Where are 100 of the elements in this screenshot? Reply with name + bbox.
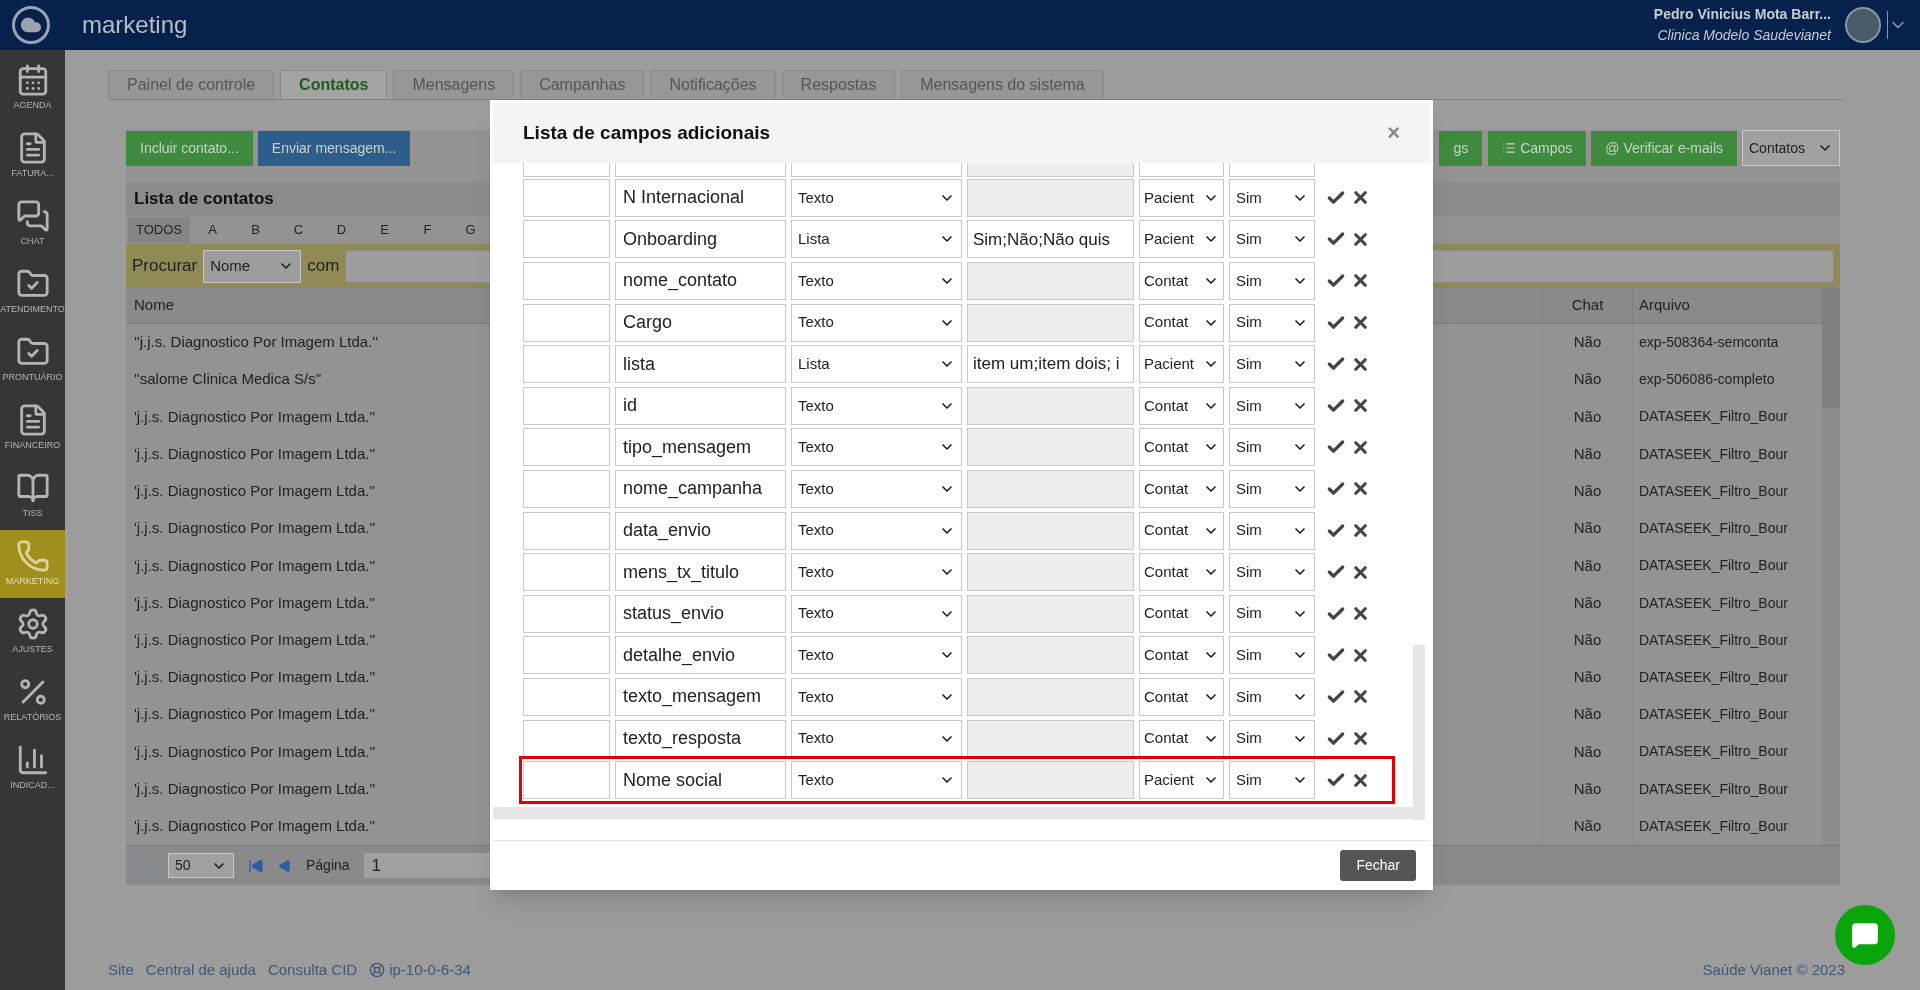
search-field-select[interactable]: Nome — [203, 249, 302, 283]
letter-filter[interactable]: E — [364, 217, 405, 243]
required-select[interactable]: Sim — [1229, 553, 1315, 592]
input-field[interactable] — [523, 636, 610, 675]
type-select[interactable]: Texto — [791, 386, 962, 425]
letter-filter[interactable]: D — [321, 217, 362, 243]
sidebar-item[interactable]: INDICAD... — [0, 734, 65, 802]
field-name-input[interactable]: Nome social — [615, 761, 786, 800]
required-select[interactable]: Sim — [1229, 178, 1315, 217]
letter-filter[interactable]: G — [450, 217, 491, 243]
avatar[interactable] — [1845, 7, 1881, 43]
owner-select[interactable]: Contat — [1139, 262, 1224, 300]
sidebar-item[interactable]: CHAT — [0, 190, 65, 258]
field-name-input[interactable]: texto_resposta — [615, 719, 786, 758]
field-name-input[interactable]: Onboarding — [615, 220, 786, 259]
sidebar-item[interactable]: AJUSTES — [0, 598, 65, 666]
field-name-input[interactable]: detalhe_envio — [615, 636, 786, 675]
owner-select[interactable]: Contat — [1139, 636, 1224, 675]
chat-bubble-button[interactable] — [1835, 905, 1895, 965]
type-select[interactable]: Lista — [791, 345, 962, 384]
type-select[interactable]: Texto — [791, 262, 962, 300]
owner-select[interactable]: Contat — [1139, 386, 1224, 425]
sidebar-item[interactable]: PRONTUÁRIO — [0, 326, 65, 394]
letter-filter[interactable]: C — [278, 217, 319, 243]
owner-select[interactable]: Contat — [1139, 428, 1224, 467]
owner-select[interactable]: Contat — [1139, 719, 1224, 758]
input-field[interactable] — [523, 511, 610, 550]
type-select[interactable]: Texto — [791, 594, 962, 633]
first-page-icon[interactable] — [248, 857, 264, 874]
input-field[interactable] — [523, 428, 610, 467]
field-name-input[interactable]: Cargo — [615, 303, 786, 342]
required-select[interactable]: Sim — [1229, 761, 1315, 800]
toolbar-button[interactable]: Enviar mensagem... — [257, 130, 411, 166]
required-select[interactable]: Sim — [1229, 345, 1315, 384]
column-header[interactable]: Chat — [1542, 288, 1632, 323]
owner-select[interactable]: Pacient — [1139, 178, 1224, 217]
options-input[interactable]: item um;item dois; i — [967, 345, 1134, 384]
owner-select[interactable]: Pacient — [1139, 345, 1224, 384]
field-name-input[interactable]: tipo_mensagem — [615, 428, 786, 467]
field-name-input[interactable]: nome_contato — [615, 262, 786, 300]
required-select[interactable]: Sim — [1229, 511, 1315, 550]
field-name-input[interactable]: N Internacional — [615, 178, 786, 217]
input-field[interactable] — [523, 469, 610, 508]
field-name-input[interactable]: lista — [615, 345, 786, 384]
type-select[interactable]: Texto — [791, 178, 962, 217]
owner-select[interactable]: Contat — [1139, 594, 1224, 633]
previous-page-icon[interactable] — [278, 858, 292, 873]
input-field[interactable] — [523, 594, 610, 633]
input-field[interactable] — [523, 677, 610, 716]
letter-filter[interactable]: A — [192, 217, 233, 243]
owner-select[interactable]: Contat — [1139, 553, 1224, 592]
input-field[interactable] — [523, 220, 610, 259]
required-select[interactable]: Sim — [1229, 636, 1315, 675]
type-select[interactable]: Lista — [791, 220, 962, 259]
field-name-input[interactable]: nome_campanha — [615, 469, 786, 508]
sidebar-item[interactable]: FATURA... — [0, 122, 65, 190]
sidebar-item[interactable]: TISS — [0, 462, 65, 530]
owner-select[interactable]: Contat — [1139, 511, 1224, 550]
type-select[interactable]: Texto — [791, 303, 962, 342]
type-select[interactable]: Texto — [791, 719, 962, 758]
type-select[interactable]: Texto — [791, 428, 962, 467]
field-name-input[interactable]: mens_tx_titulo — [615, 553, 786, 592]
view-select[interactable]: Contatos — [1742, 130, 1840, 166]
page-size-select[interactable]: 50 — [168, 853, 234, 878]
letter-filter[interactable]: B — [235, 217, 276, 243]
input-field[interactable] — [523, 761, 610, 800]
input-field[interactable] — [523, 262, 610, 300]
sidebar-item[interactable]: RELATÓRIOS — [0, 666, 65, 734]
input-field[interactable] — [523, 553, 610, 592]
required-select[interactable]: Sim — [1229, 220, 1315, 259]
owner-select[interactable]: Pacient — [1139, 761, 1224, 800]
sidebar-item[interactable]: FINANCEIRO — [0, 394, 65, 462]
sidebar-item[interactable]: ATENDIMENTO — [0, 258, 65, 326]
field-name-input[interactable]: data_envio — [615, 511, 786, 550]
field-name-input[interactable]: id — [615, 386, 786, 425]
letter-filter[interactable]: TODOS — [128, 217, 190, 243]
field-name-input[interactable]: texto_mensagem — [615, 677, 786, 716]
type-select[interactable]: Texto — [791, 469, 962, 508]
type-select[interactable]: Texto — [791, 677, 962, 716]
owner-select[interactable]: Pacient — [1139, 220, 1224, 259]
sidebar-item[interactable]: AGENDA — [0, 54, 65, 122]
input-field[interactable] — [523, 303, 610, 342]
type-select[interactable]: Texto — [791, 761, 962, 800]
type-select[interactable]: Texto — [791, 553, 962, 592]
required-select[interactable]: Sim — [1229, 594, 1315, 633]
required-select[interactable]: Sim — [1229, 386, 1315, 425]
close-dialog-button[interactable]: Fechar — [1340, 850, 1416, 881]
input-field[interactable] — [523, 178, 610, 217]
owner-select[interactable]: Contat — [1139, 677, 1224, 716]
required-select[interactable]: Sim — [1229, 719, 1315, 758]
letter-filter[interactable]: F — [407, 217, 448, 243]
options-input[interactable]: Sim;Não;Não quis — [967, 220, 1134, 259]
required-select[interactable]: Sim — [1229, 677, 1315, 716]
delete-icon[interactable] — [1351, 729, 1370, 748]
input-field[interactable] — [523, 345, 610, 384]
required-select[interactable]: Sim — [1229, 469, 1315, 508]
type-select[interactable]: Texto — [791, 511, 962, 550]
owner-select[interactable]: Contat — [1139, 303, 1224, 342]
input-field[interactable] — [523, 386, 610, 425]
required-select[interactable]: Sim — [1229, 428, 1315, 467]
